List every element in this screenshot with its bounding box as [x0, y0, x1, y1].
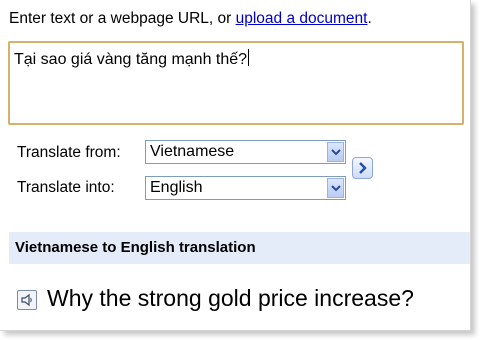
- chevron-down-icon[interactable]: [327, 178, 344, 198]
- translate-from-value: Vietnamese: [150, 143, 235, 160]
- translate-into-select[interactable]: English: [145, 176, 346, 200]
- intro-suffix: .: [367, 10, 372, 27]
- chevron-down-icon[interactable]: [327, 142, 344, 162]
- speaker-icon[interactable]: [17, 290, 37, 310]
- source-text-value: Tại sao giá vàng tăng mạnh thế?: [14, 51, 248, 68]
- translate-from-select[interactable]: Vietnamese: [145, 140, 346, 164]
- translate-from-label: Translate from:: [17, 144, 121, 161]
- chevron-right-icon: [358, 162, 367, 174]
- translate-into-value: English: [150, 179, 203, 196]
- upload-document-link[interactable]: upload a document: [236, 10, 368, 27]
- intro-text: Enter text or a webpage URL, or: [9, 10, 236, 27]
- text-cursor: [248, 49, 250, 66]
- intro-line: Enter text or a webpage URL, or upload a…: [9, 10, 372, 28]
- translate-into-label: Translate into:: [17, 179, 115, 196]
- result-header: Vietnamese to English translation: [9, 232, 470, 264]
- source-text-input[interactable]: Tại sao giá vàng tăng mạnh thế?: [8, 41, 464, 125]
- translate-panel: Enter text or a webpage URL, or upload a…: [0, 0, 471, 331]
- translation-result: Why the strong gold price increase?: [47, 285, 414, 311]
- translate-button[interactable]: [352, 157, 373, 179]
